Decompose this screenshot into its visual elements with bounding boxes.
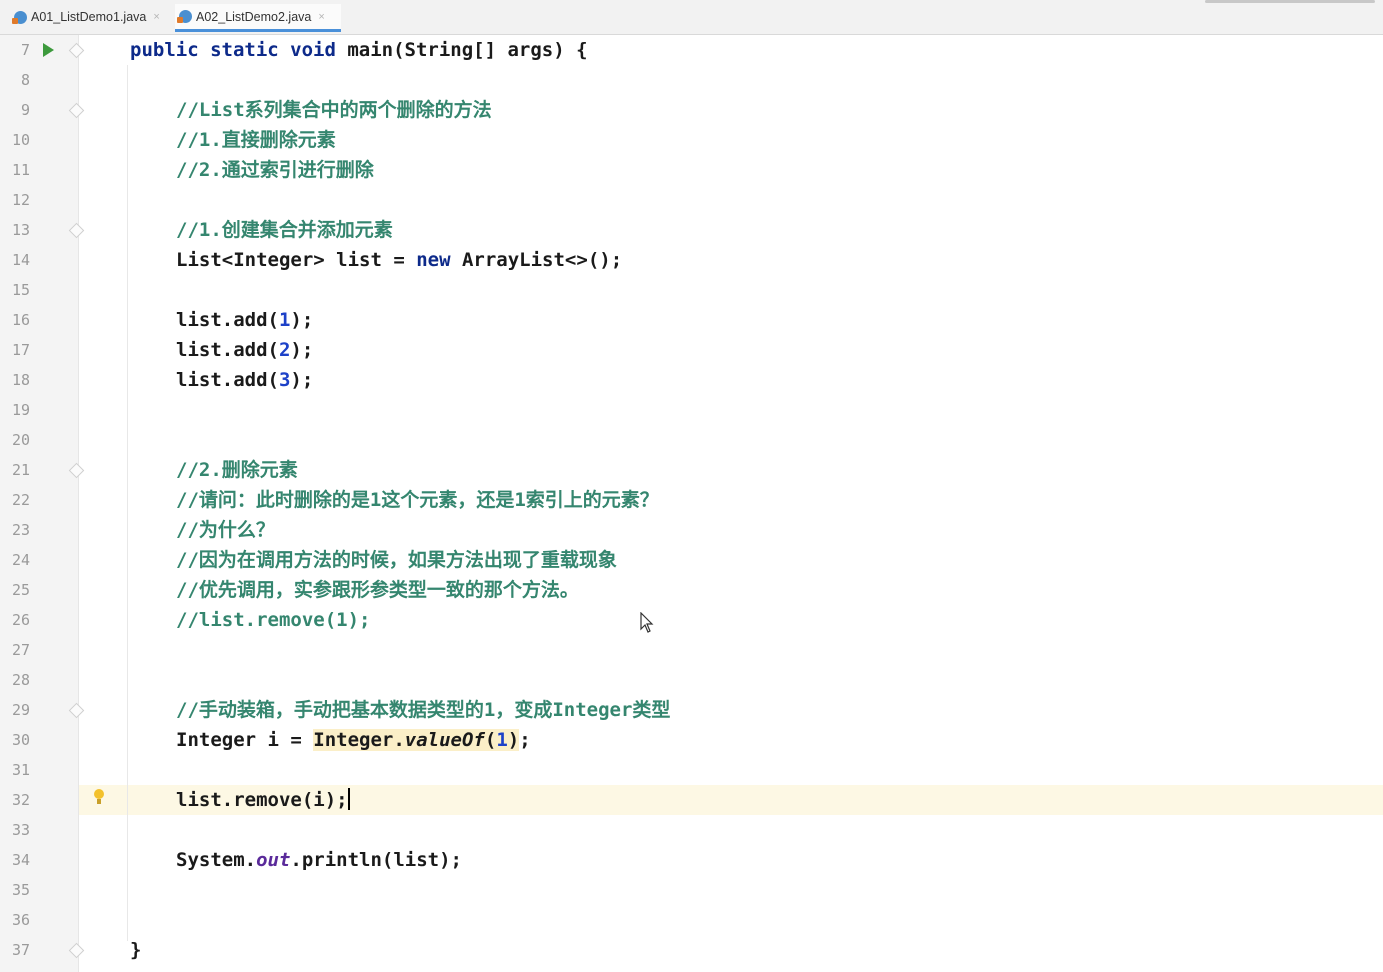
code-line: list.add(1); xyxy=(176,309,314,331)
code-comment: //优先调用，实参跟形参类型一致的那个方法。 xyxy=(176,579,579,601)
code-line: Integer i = Integer.valueOf(1); xyxy=(176,729,531,751)
java-class-icon xyxy=(177,10,192,23)
line-number: 17 xyxy=(11,341,30,359)
tab-close-icon[interactable]: × xyxy=(318,11,324,23)
code-comment: //1.直接删除元素 xyxy=(176,129,336,151)
line-number-gutter: 7 8 9 10 11 12 13 14 15 16 17 18 19 20 2… xyxy=(0,35,85,972)
code-line-current: list.remove(i); xyxy=(176,788,350,811)
line-number: 10 xyxy=(11,131,30,149)
text-caret xyxy=(347,788,350,810)
code-comment: //List系列集合中的两个删除的方法 xyxy=(176,99,492,121)
lightbulb-icon[interactable] xyxy=(93,789,105,809)
indent-guide xyxy=(127,65,128,941)
code-comment: //list.remove(1); xyxy=(176,609,371,631)
line-number: 31 xyxy=(11,761,30,779)
line-number: 32 xyxy=(11,791,30,809)
line-number: 35 xyxy=(11,881,30,899)
code-comment: //2.删除元素 xyxy=(176,459,298,481)
line-number: 13 xyxy=(11,221,30,239)
code-line: } xyxy=(130,939,142,961)
line-number: 29 xyxy=(11,701,30,719)
line-number: 21 xyxy=(11,461,30,479)
tab-a01-listdemo1[interactable]: A01_ListDemo1.java × xyxy=(10,4,170,30)
line-number: 24 xyxy=(11,551,30,569)
code-line: list.add(3); xyxy=(176,369,314,391)
line-number: 25 xyxy=(11,581,30,599)
line-number: 16 xyxy=(11,311,30,329)
fold-marker-icon[interactable] xyxy=(68,102,85,119)
line-number: 12 xyxy=(11,191,30,209)
tab-close-icon[interactable]: × xyxy=(153,11,159,23)
line-number: 36 xyxy=(11,911,30,929)
line-number: 28 xyxy=(11,671,30,689)
code-comment: //请问：此时删除的是1这个元素，还是1索引上的元素？ xyxy=(176,489,659,511)
line-number: 33 xyxy=(11,821,30,839)
code-editor[interactable]: 7 8 9 10 11 12 13 14 15 16 17 18 19 20 2… xyxy=(0,35,1383,972)
line-number: 37 xyxy=(11,941,30,959)
tab-a02-listdemo2[interactable]: A02_ListDemo2.java × xyxy=(175,4,341,32)
fold-marker-icon[interactable] xyxy=(68,942,85,959)
code-comment: //手动装箱，手动把基本数据类型的1，变成Integer类型 xyxy=(176,699,671,721)
inspection-highlight[interactable]: Integer.valueOf(1) xyxy=(313,729,520,751)
line-number: 27 xyxy=(11,641,30,659)
tab-scrollbar[interactable] xyxy=(1205,0,1375,3)
code-line: List<Integer> list = new ArrayList<>(); xyxy=(176,249,623,271)
line-number: 22 xyxy=(11,491,30,509)
code-comment: //因为在调用方法的时候，如果方法出现了重载现象 xyxy=(176,549,617,571)
line-number: 8 xyxy=(20,71,30,89)
java-class-icon xyxy=(12,10,27,24)
line-number: 26 xyxy=(11,611,30,629)
tab-label: A02_ListDemo2.java xyxy=(196,9,312,24)
fold-marker-icon[interactable] xyxy=(68,42,85,59)
code-line: System.out.println(list); xyxy=(176,849,462,871)
line-number: 18 xyxy=(11,371,30,389)
code-comment: //2.通过索引进行删除 xyxy=(176,159,374,181)
line-number: 34 xyxy=(11,851,30,869)
mouse-pointer-icon xyxy=(640,612,654,633)
line-number: 20 xyxy=(11,431,30,449)
fold-marker-icon[interactable] xyxy=(68,702,85,719)
line-number: 19 xyxy=(11,401,30,419)
code-comment: //为什么？ xyxy=(176,519,275,541)
code-comment: //1.创建集合并添加元素 xyxy=(176,219,393,241)
fold-marker-icon[interactable] xyxy=(68,462,85,479)
line-number: 14 xyxy=(11,251,30,269)
line-number: 9 xyxy=(20,101,30,119)
code-line: public static void main(String[] args) { xyxy=(130,39,588,61)
line-number: 7 xyxy=(20,41,30,59)
run-icon[interactable] xyxy=(43,43,54,57)
code-line: list.add(2); xyxy=(176,339,314,361)
tab-label: A01_ListDemo1.java xyxy=(31,10,147,24)
editor-tab-bar: A01_ListDemo1.java × A02_ListDemo2.java … xyxy=(0,0,1383,35)
line-number: 23 xyxy=(11,521,30,539)
line-number: 15 xyxy=(11,281,30,299)
fold-marker-icon[interactable] xyxy=(68,222,85,239)
line-number: 30 xyxy=(11,731,30,749)
line-number: 11 xyxy=(11,161,30,179)
